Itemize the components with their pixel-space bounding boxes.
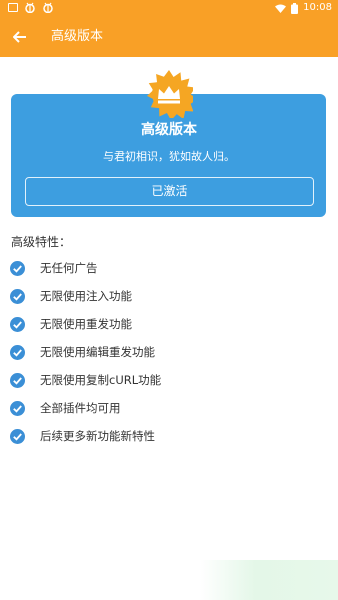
wifi-icon [275,4,287,13]
feature-label: 无限使用重发功能 [40,317,132,331]
feature-label: 全部插件均可用 [40,401,121,415]
check-circle-icon [10,316,25,332]
feature-item: 无限使用编辑重发功能 [10,344,155,360]
notification-square-icon [8,3,18,12]
crown-icon [147,70,193,118]
bug-icon [25,2,35,13]
check-circle-icon [10,288,25,304]
check-circle-icon [10,428,25,444]
corner-overlay [200,560,338,600]
battery-icon [291,2,299,14]
arrow-left-icon [13,31,26,43]
check-circle-icon [10,400,25,416]
page-title: 高级版本 [51,29,104,44]
check-circle-icon [10,344,25,360]
status-time: 10:08 [303,2,332,13]
activated-button[interactable]: 已激活 [25,177,314,206]
feature-item: 无限使用复制cURL功能 [10,372,161,388]
feature-item: 无限使用注入功能 [10,288,132,304]
feature-label: 无任何广告 [40,261,98,275]
feature-label: 无限使用注入功能 [40,289,132,303]
bug-icon [43,2,53,13]
check-circle-icon [10,372,25,388]
status-icons-left [8,2,54,13]
features-heading: 高级特性： [11,235,72,249]
status-right: 10:08 [275,1,332,15]
premium-title: 高级版本 [141,122,197,138]
feature-item: 无限使用重发功能 [10,316,132,332]
back-button[interactable] [4,21,36,53]
feature-item: 全部插件均可用 [10,400,121,416]
feature-label: 无限使用编辑重发功能 [40,345,155,359]
premium-subtitle: 与君初相识，犹如故人归。 [103,150,235,163]
status-bar: 10:08 [0,0,338,17]
feature-label: 后续更多新功能新特性 [40,429,155,443]
feature-label: 无限使用复制cURL功能 [40,373,162,387]
app-bar: 高级版本 [0,17,338,57]
feature-item: 后续更多新功能新特性 [10,428,155,444]
check-circle-icon [10,260,25,276]
feature-item: 无任何广告 [10,260,98,276]
